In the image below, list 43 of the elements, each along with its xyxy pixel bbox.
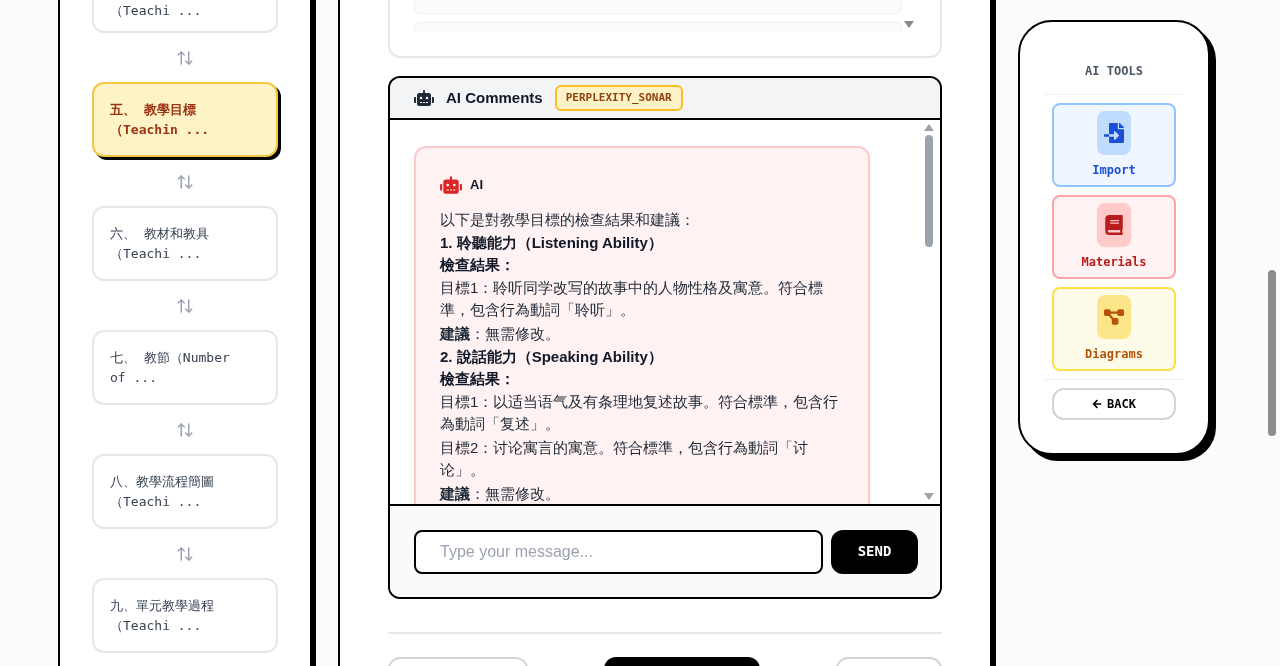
section-card[interactable]: （Teachi ...: [92, 0, 278, 33]
message-heading: 2. 說話能力（Speaking Ability）: [440, 347, 664, 367]
reorder-arrows-icon[interactable]: [176, 296, 194, 315]
message-text: 以下是對教學目標的檢查結果和建議：: [440, 210, 696, 230]
message-text: 建議：無需修改。: [440, 484, 561, 504]
reorder-arrows-icon[interactable]: [176, 172, 194, 191]
section-card[interactable]: 八、教學流程簡圖 （Teachi ...: [92, 454, 278, 529]
scrollbar[interactable]: [924, 124, 934, 500]
tool-button[interactable]: Diagrams: [1052, 287, 1176, 371]
reorder-arrows-icon[interactable]: [176, 420, 194, 439]
tool-label: Import: [1092, 162, 1136, 179]
tool-button[interactable]: Materials: [1052, 195, 1176, 279]
section-card[interactable]: 七、 教節（Number of ...: [92, 330, 278, 405]
page-scrollbar[interactable]: [1268, 270, 1276, 436]
book-icon: [1104, 215, 1124, 235]
reorder-arrows-icon[interactable]: [176, 48, 194, 67]
tools-title: AI TOOLS: [1085, 63, 1143, 80]
message-heading: 檢查結果：: [440, 369, 516, 389]
robot-icon: [440, 174, 462, 196]
model-badge: PERPLEXITY_SONAR: [554, 84, 683, 112]
message-heading: 1. 聆聽能力（Listening Ability）: [440, 233, 664, 253]
tool-button[interactable]: Import: [1052, 103, 1176, 187]
message-input[interactable]: Type your message...: [414, 529, 823, 574]
section-card[interactable]: 九、單元教學過程 （Teachi ...: [92, 578, 278, 653]
send-button[interactable]: SEND: [831, 529, 918, 574]
back-button[interactable]: BACK: [1052, 388, 1176, 420]
file-import-icon: [1104, 123, 1124, 143]
arrow-left-icon: [1092, 399, 1103, 409]
section-card[interactable]: 五、 教學目標 （Teachin ...: [92, 82, 278, 157]
scroll-down-icon[interactable]: [904, 21, 914, 28]
reorder-arrows-icon[interactable]: [176, 544, 194, 563]
message-text: 建議：無需修改。: [440, 324, 561, 344]
diagram-icon: [1104, 307, 1124, 327]
robot-icon: [414, 88, 434, 108]
tool-label: Diagrams: [1085, 346, 1143, 363]
section-card[interactable]: 六、 教材和教具 （Teachi ...: [92, 206, 278, 281]
message-heading: 檢查結果：: [440, 255, 516, 275]
tool-label: Materials: [1081, 254, 1147, 271]
panel-title: AI Comments: [446, 87, 543, 108]
message-text: 目標1：以适当语气及有条理地复述故事。符合標準，包含行為動詞「复述」。: [440, 392, 840, 434]
message-text: 目標2：讨论寓言的寓意。符合標準，包含行為動詞「讨论」。: [440, 438, 810, 480]
message-text: 目標1：聆听同学改写的故事中的人物性格及寓意。符合標準，包含行為動詞「聆听」。: [440, 278, 825, 320]
message-author: AI: [470, 176, 483, 195]
